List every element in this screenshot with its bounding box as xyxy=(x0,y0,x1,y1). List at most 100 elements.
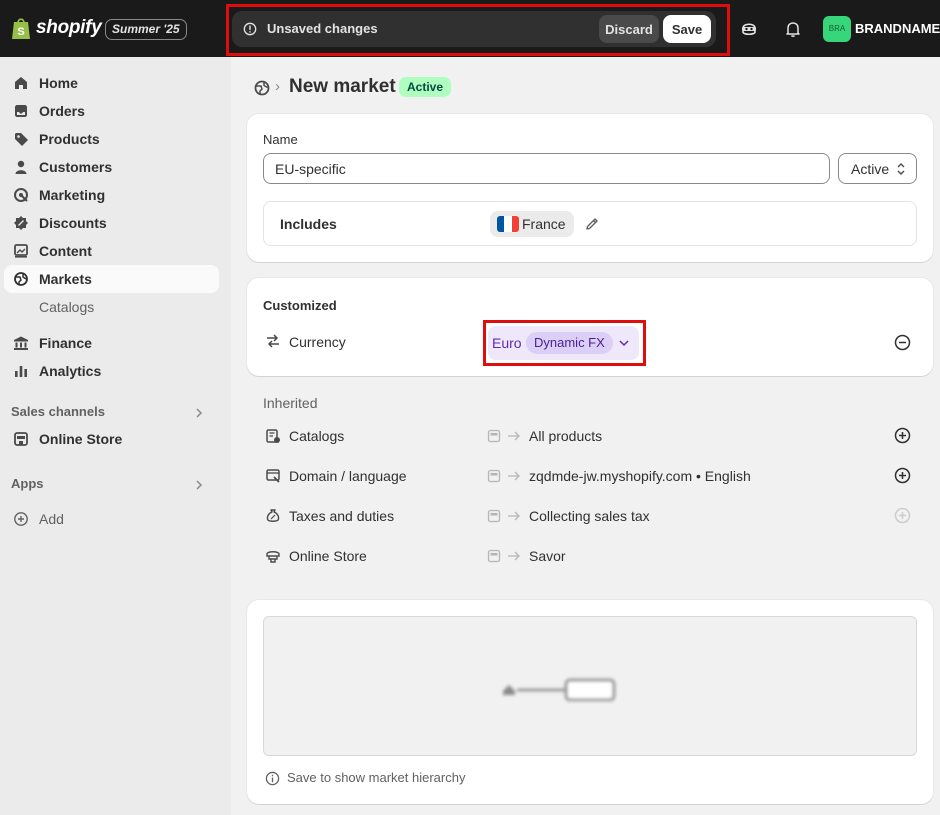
store-name[interactable]: BRANDNAME xyxy=(855,21,940,36)
sidebar-item-label: Marketing xyxy=(39,187,106,203)
status-select[interactable]: Active xyxy=(838,153,917,184)
inherited-row-value: All products xyxy=(529,428,603,444)
sidekick-icon[interactable] xyxy=(739,19,759,39)
sidebar-item-label: Finance xyxy=(39,335,92,351)
domain-icon xyxy=(266,469,280,483)
inherited-row-domain: Domain / language zqdmde-jw.myshopify.co… xyxy=(247,464,933,488)
tag-icon xyxy=(15,133,28,146)
name-label: Name xyxy=(263,132,298,147)
avatar[interactable]: BRA xyxy=(823,16,851,42)
sidebar-item-label: Analytics xyxy=(39,363,102,379)
inherited-row-online-store: Online Store Savor xyxy=(247,544,933,568)
sidebar-item-home[interactable]: Home xyxy=(4,69,219,97)
home-icon xyxy=(15,77,27,89)
arrow-right-icon xyxy=(508,471,520,481)
store-icon xyxy=(487,429,501,443)
inherited-row-label: Catalogs xyxy=(289,428,345,444)
sidebar: Home Orders Products Customers Marketing… xyxy=(0,57,231,815)
catalog-icon xyxy=(266,429,280,443)
includes-row: Includes France xyxy=(263,201,917,246)
hierarchy-diagram-placeholder xyxy=(503,678,616,701)
discard-button[interactable]: Discard xyxy=(599,15,659,43)
pencil-icon[interactable] xyxy=(584,216,600,232)
sidebar-item-label: Online Store xyxy=(39,431,123,447)
plus-circle-icon xyxy=(14,512,28,526)
store-icon xyxy=(487,469,501,483)
remove-circle-icon[interactable] xyxy=(894,334,911,351)
hierarchy-preview xyxy=(263,616,917,756)
discount-icon xyxy=(14,216,28,230)
inherited-row-taxes: Taxes and duties Collecting sales tax xyxy=(247,504,933,528)
sidebar-item-analytics[interactable]: Analytics xyxy=(4,357,219,385)
globe-icon xyxy=(14,272,28,286)
unsaved-changes-message: Unsaved changes xyxy=(267,21,378,36)
target-icon xyxy=(14,188,28,202)
chevron-right-icon[interactable] xyxy=(193,407,205,419)
sidebar-item-online-store[interactable]: Online Store xyxy=(4,425,219,453)
sidebar-item-products[interactable]: Products xyxy=(4,125,219,153)
sidebar-item-add-app[interactable]: Add xyxy=(4,505,219,533)
breadcrumb-separator: › xyxy=(275,78,280,95)
sidebar-item-orders[interactable]: Orders xyxy=(4,97,219,125)
sidebar-item-content[interactable]: Content xyxy=(4,237,219,265)
sidebar-item-label: Catalogs xyxy=(39,299,95,315)
inherited-row-value: Savor xyxy=(529,548,566,564)
chevron-up-down-icon xyxy=(897,163,905,175)
sales-channels-header[interactable]: Sales channels xyxy=(11,404,105,419)
customized-card: Customized Currency Euro Dynamic FX xyxy=(247,278,933,376)
sidebar-item-label: Add xyxy=(39,511,64,527)
edition-badge[interactable]: Summer '25 xyxy=(105,19,187,40)
hierarchy-note-text: Save to show market hierarchy xyxy=(287,770,466,785)
add-circle-icon[interactable] xyxy=(894,427,911,444)
country-chip[interactable]: France xyxy=(490,211,574,237)
currency-label: Currency xyxy=(289,334,346,350)
market-details-card: Name Active Includes France xyxy=(247,114,933,262)
sidebar-item-label: Markets xyxy=(39,271,92,287)
inherited-row-catalogs: Catalogs All products xyxy=(247,424,933,448)
sidebar-item-discounts[interactable]: Discounts xyxy=(4,209,219,237)
sidebar-item-catalogs[interactable]: Catalogs xyxy=(4,293,219,321)
bell-icon[interactable] xyxy=(783,19,803,39)
sidebar-item-label: Content xyxy=(39,243,92,259)
theme-icon xyxy=(266,551,280,563)
inherited-title: Inherited xyxy=(263,395,318,411)
currency-value: Euro xyxy=(492,335,522,351)
inherited-row-value: Collecting sales tax xyxy=(529,508,650,524)
sidebar-item-label: Products xyxy=(39,131,100,147)
inherited-row-value: zqdmde-jw.myshopify.com • English xyxy=(529,468,751,484)
sidebar-item-marketing[interactable]: Marketing xyxy=(4,181,219,209)
svg-text:S: S xyxy=(17,26,24,38)
add-circle-icon xyxy=(894,507,911,524)
brand-logo-text: shopify xyxy=(36,17,102,38)
sidebar-item-label: Customers xyxy=(39,159,113,175)
add-circle-icon[interactable] xyxy=(894,467,911,484)
dynamic-fx-badge: Dynamic FX xyxy=(526,332,613,354)
customized-title: Customized xyxy=(263,298,337,313)
page-title: New market xyxy=(289,76,396,97)
shopify-bag-icon: S xyxy=(12,18,30,39)
market-name-input[interactable] xyxy=(263,153,830,184)
arrow-right-icon xyxy=(508,511,520,521)
arrow-right-icon xyxy=(508,431,520,441)
status-badge: Active xyxy=(399,77,452,97)
includes-label: Includes xyxy=(280,216,337,232)
status-select-value: Active xyxy=(851,161,890,177)
inherited-row-label: Taxes and duties xyxy=(289,508,395,524)
sidebar-item-customers[interactable]: Customers xyxy=(4,153,219,181)
sidebar-item-markets[interactable]: Markets xyxy=(4,265,219,293)
sidebar-item-label: Discounts xyxy=(39,215,107,231)
apps-header[interactable]: Apps xyxy=(11,476,44,491)
shopify-logo[interactable]: S shopify xyxy=(10,16,102,40)
sidebar-item-finance[interactable]: Finance xyxy=(4,329,219,357)
save-button[interactable]: Save xyxy=(663,15,711,43)
person-icon xyxy=(15,160,27,174)
info-icon xyxy=(243,22,257,36)
chevron-right-icon[interactable] xyxy=(193,479,205,491)
currency-select[interactable]: Euro Dynamic FX xyxy=(488,326,639,360)
inherited-row-label: Domain / language xyxy=(289,468,407,484)
top-bar: S shopify Summer '25 Unsaved changes Dis… xyxy=(0,0,940,57)
inherited-row-label: Online Store xyxy=(289,548,367,564)
country-name: France xyxy=(522,216,566,232)
markets-breadcrumb-icon[interactable] xyxy=(253,79,271,97)
info-icon xyxy=(265,771,280,786)
